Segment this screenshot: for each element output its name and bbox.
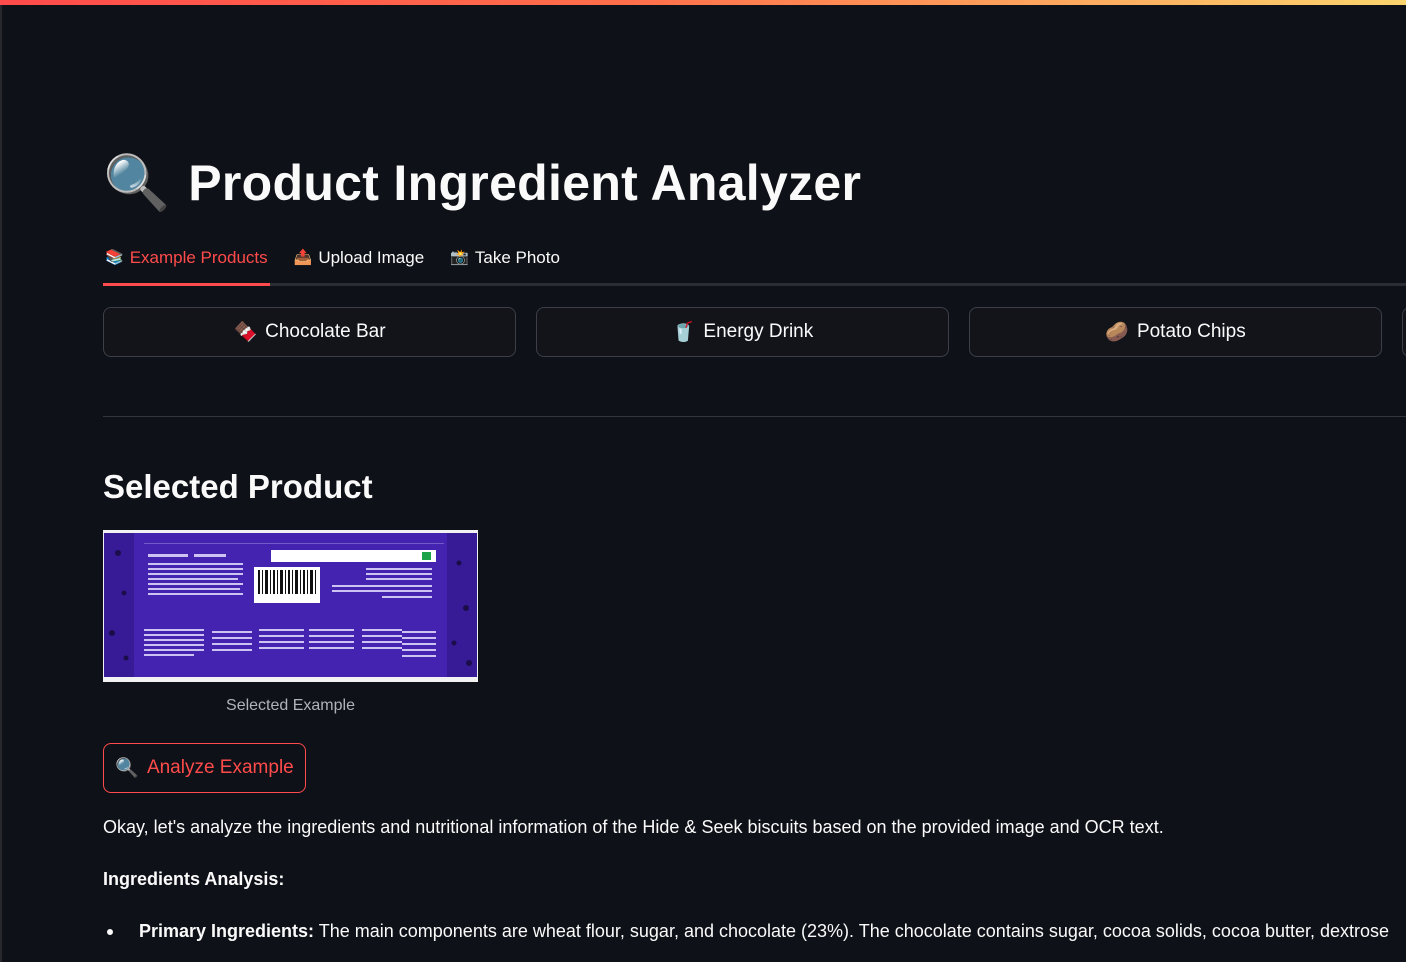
tab-take-photo[interactable]: 📸 Take Photo	[448, 240, 562, 283]
button-label: Energy Drink	[703, 321, 814, 342]
magnifier-icon: 🔍	[103, 153, 171, 213]
button-label: Analyze Example	[146, 757, 294, 778]
chocolate-bar-icon: 🍫	[233, 322, 258, 343]
image-caption: Selected Example	[226, 697, 355, 714]
cup-with-straw-icon: 🥤	[671, 322, 696, 343]
biscuit-pack-image	[104, 533, 477, 677]
more-examples-button[interactable]	[1402, 307, 1406, 357]
tab-upload-image[interactable]: 📤 Upload Image	[292, 240, 427, 283]
camera-flash-icon: 📸	[450, 249, 469, 266]
ingredients-analysis-heading: Ingredients Analysis:	[103, 869, 285, 889]
potato-icon: 🥔	[1105, 322, 1129, 343]
tab-label: Example Products	[129, 248, 268, 267]
selected-product-image	[103, 530, 478, 682]
tab-bar: 📚 Example Products 📤 Upload Image 📸 Take…	[103, 240, 1406, 286]
analyze-example-button[interactable]: 🔍 Analyze Example	[103, 743, 306, 793]
page-title: 🔍 Product Ingredient Analyzer	[103, 148, 861, 218]
analysis-intro: Okay, let's analyze the ingredients and …	[103, 817, 1164, 837]
main-content: 🔍 Product Ingredient Analyzer 📚 Example …	[103, 0, 1406, 962]
chocolate-bar-button[interactable]: 🍫 Chocolate Bar	[103, 307, 516, 357]
example-products-row: 🍫 Chocolate Bar 🥤 Energy Drink 🥔 Potato …	[103, 307, 1406, 357]
potato-chips-button[interactable]: 🥔 Potato Chips	[969, 307, 1382, 357]
left-edge-divider	[0, 5, 2, 962]
list-item-content: Primary Ingredients: The main components…	[139, 921, 1389, 942]
books-icon: 📚	[105, 249, 124, 266]
tab-example-products[interactable]: 📚 Example Products	[103, 240, 270, 286]
upload-tray-icon: 📤	[293, 249, 313, 266]
list-item-text: The main components are wheat flour, sug…	[314, 921, 1390, 941]
magnifier-icon: 🔍	[115, 758, 139, 779]
bullet-icon	[107, 929, 113, 935]
button-label: Chocolate Bar	[265, 321, 386, 342]
button-label: Potato Chips	[1136, 321, 1246, 342]
selected-product-heading: Selected Product	[103, 468, 373, 505]
list-item-label: Primary Ingredients:	[139, 921, 315, 941]
page-title-text: Product Ingredient Analyzer	[188, 155, 862, 211]
tab-label: Upload Image	[318, 248, 425, 267]
energy-drink-button[interactable]: 🥤 Energy Drink	[536, 307, 949, 357]
tab-label: Take Photo	[474, 248, 560, 267]
section-divider	[103, 416, 1406, 417]
